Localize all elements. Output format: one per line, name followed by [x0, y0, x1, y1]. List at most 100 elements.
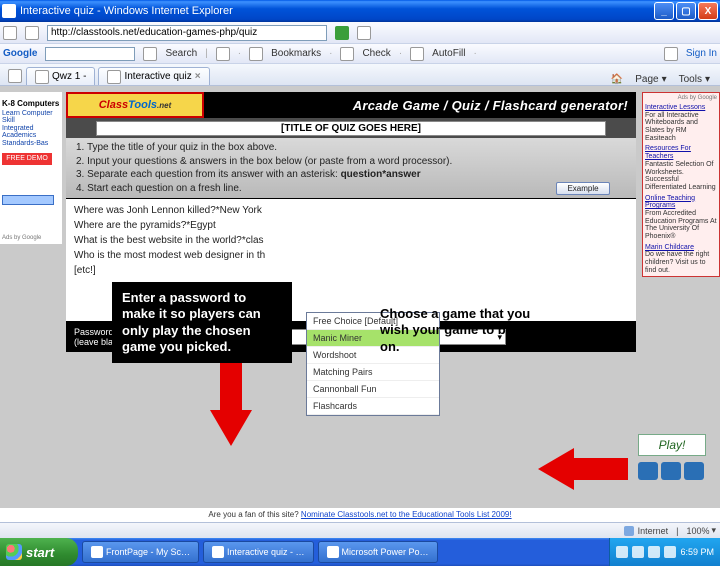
app-icon	[91, 546, 103, 558]
share-icons	[638, 462, 704, 480]
ad-text: Do we have the right children? Visit us …	[645, 251, 717, 274]
instructions: 1. Type the title of your quiz in the bo…	[66, 138, 636, 198]
ad-text: For all Interactive Whiteboards and Slat…	[645, 112, 717, 143]
go-icon[interactable]	[335, 26, 349, 40]
app-subtitle: Arcade Game / Quiz / Flashcard generator…	[204, 98, 636, 113]
clock: 6:59 PM	[680, 547, 714, 557]
ad-link[interactable]: Online Teaching Programs	[645, 195, 717, 210]
print-icon[interactable]	[661, 462, 681, 480]
status-bar: Internet | 100% ▾	[0, 522, 720, 538]
wrench-icon[interactable]	[664, 47, 678, 61]
ad-text: Fantastic Selection Of Worksheets. Succe…	[645, 161, 717, 192]
ad-text: From Accredited Education Programs At Th…	[645, 210, 717, 241]
autofill-label[interactable]: AutoFill	[432, 48, 465, 59]
classtools-logo: ClassTools.net	[66, 92, 204, 118]
page-content: K-8 Computers Learn Computer Skill Integ…	[0, 86, 720, 522]
free-demo-button[interactable]: FREE DEMO	[2, 153, 52, 165]
qa-line: Where are the pyramids?*Egypt	[74, 218, 628, 233]
bookmarks-label[interactable]: Bookmarks	[271, 48, 321, 59]
quiz-title-row	[66, 118, 636, 138]
close-button[interactable]: X	[698, 2, 718, 20]
game-option[interactable]: Flashcards	[307, 398, 439, 415]
tray-icon[interactable]	[632, 546, 644, 558]
signin-link[interactable]: Sign In	[686, 48, 717, 59]
system-tray: 6:59 PM	[609, 538, 720, 566]
arrow-left-icon	[538, 448, 628, 490]
favorites-icon[interactable]	[8, 69, 22, 83]
tab-2-label: Interactive quiz	[124, 71, 191, 82]
left-link[interactable]: Integrated Academics	[2, 125, 60, 139]
page-icon	[35, 70, 49, 84]
google-logo: Google	[3, 48, 37, 59]
close-tab-icon[interactable]: ×	[195, 71, 201, 82]
tray-icon[interactable]	[648, 546, 660, 558]
zoom-level[interactable]: 100%	[686, 526, 709, 536]
maximize-button[interactable]: ▢	[676, 2, 696, 20]
ad-link[interactable]: Resources For Teachers	[645, 145, 717, 160]
example-button[interactable]: Example	[556, 182, 610, 195]
window-titlebar: Interactive quiz - Windows Internet Expl…	[0, 0, 720, 22]
save-icon[interactable]	[638, 462, 658, 480]
embed-icon[interactable]	[684, 462, 704, 480]
arrow-down-icon	[210, 358, 252, 448]
app-icon	[327, 546, 339, 558]
taskbar-item[interactable]: Microsoft Power Po…	[318, 541, 438, 563]
url-input[interactable]	[47, 25, 327, 41]
left-link[interactable]: Standards-Bas	[2, 140, 60, 147]
tray-icon[interactable]	[616, 546, 628, 558]
left-sidebar: K-8 Computers Learn Computer Skill Integ…	[0, 92, 62, 244]
google-toolbar: Google Search | · Bookmarks · Check · Au…	[0, 44, 720, 64]
tab-strip: Qwz 1 - Interactive quiz × 🏠 Page ▾ Tools…	[0, 64, 720, 86]
footer-promo: Are you a fan of this site? Nominate Cla…	[0, 508, 720, 522]
page-menu[interactable]: Page ▾	[635, 74, 666, 85]
check-icon[interactable]	[340, 47, 354, 61]
share-icon[interactable]	[216, 47, 230, 61]
security-zone: Internet	[624, 526, 669, 536]
game-option[interactable]: Cannonball Fun	[307, 381, 439, 398]
callout-game: Choose a game that you wish your game to…	[370, 298, 570, 363]
instruction-line: 1. Type the title of your quiz in the bo…	[76, 141, 626, 155]
instruction-line: 2. Input your questions & answers in the…	[76, 155, 626, 169]
qa-line: What is the best website in the world?*c…	[74, 233, 628, 248]
bookmark-icon[interactable]	[249, 47, 263, 61]
search-icon[interactable]	[143, 47, 157, 61]
back-icon[interactable]	[3, 26, 17, 40]
home-menu[interactable]: 🏠	[611, 74, 623, 85]
play-button[interactable]: Play!	[638, 434, 706, 456]
tools-menu[interactable]: Tools ▾	[679, 74, 710, 85]
left-brand: K-8 Computers	[2, 99, 60, 108]
qa-line: Who is the most modest web designer in t…	[74, 248, 628, 263]
app-header: ClassTools.net Arcade Game / Quiz / Flas…	[66, 92, 636, 118]
forward-icon[interactable]	[25, 26, 39, 40]
search-label[interactable]: Search	[165, 48, 197, 59]
ie-icon	[2, 4, 16, 18]
minimize-button[interactable]: _	[654, 2, 674, 20]
google-search-input[interactable]	[45, 47, 135, 61]
taskbar-item[interactable]: Interactive quiz - …	[203, 541, 314, 563]
game-option[interactable]: Matching Pairs	[307, 364, 439, 381]
taskbar: start FrontPage - My Sc… Interactive qui…	[0, 538, 720, 566]
instruction-line: 4. Start each question on a fresh line.	[76, 182, 626, 196]
tab-1[interactable]: Qwz 1 -	[26, 67, 95, 85]
qa-line: Where was Jonh Lennon killed?*New York	[74, 203, 628, 218]
taskbar-item[interactable]: FrontPage - My Sc…	[82, 541, 199, 563]
chevron-down-icon[interactable]: ▾	[711, 525, 716, 536]
start-button[interactable]: start	[0, 538, 78, 566]
instruction-line: 3. Separate each question from its answe…	[76, 168, 626, 182]
callout-password: Enter a password to make it so players c…	[112, 282, 292, 363]
autofill-icon[interactable]	[410, 47, 424, 61]
footer-link[interactable]: Nominate Classtools.net to the Education…	[301, 510, 512, 519]
page-icon	[107, 70, 121, 84]
tab-2[interactable]: Interactive quiz ×	[98, 67, 209, 85]
ad-link[interactable]: Interactive Lessons	[645, 104, 717, 112]
ads-label: Ads by Google	[2, 235, 60, 241]
left-link[interactable]: Learn Computer Skill	[2, 110, 60, 124]
ad-link[interactable]: Marin Childcare	[645, 244, 717, 252]
check-label[interactable]: Check	[362, 48, 390, 59]
refresh-icon[interactable]	[357, 26, 371, 40]
tab-1-label: Qwz 1 -	[52, 71, 86, 82]
quiz-title-input[interactable]	[96, 121, 606, 136]
power-badge	[2, 195, 54, 205]
footer-text: Are you a fan of this site?	[208, 510, 301, 519]
volume-icon[interactable]	[664, 546, 676, 558]
